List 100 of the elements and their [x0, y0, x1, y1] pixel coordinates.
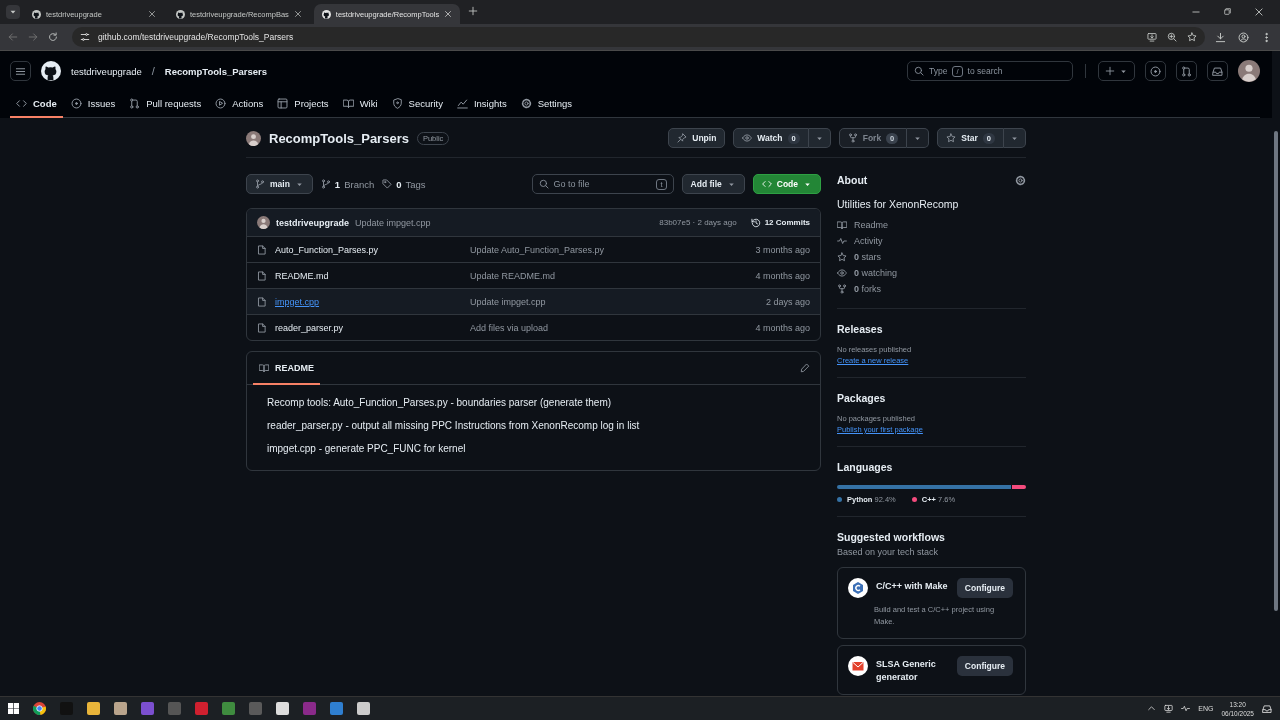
close-icon[interactable] — [148, 10, 156, 18]
pencil-icon[interactable] — [800, 363, 810, 373]
commit-time: 3 months ago — [755, 244, 810, 255]
about-link[interactable]: Readme — [837, 220, 1026, 230]
configure-button[interactable]: Configure — [956, 656, 1013, 676]
workflow-title: C/C++ with Make — [876, 580, 949, 593]
search-icon — [538, 179, 549, 189]
inbox-icon — [1212, 65, 1223, 77]
author-avatar — [257, 216, 270, 229]
repo-tab[interactable]: Projects — [271, 91, 335, 118]
close-icon[interactable] — [1254, 7, 1264, 17]
issues-button[interactable] — [1145, 61, 1166, 81]
about-link[interactable]: 0 watching — [837, 268, 1026, 278]
branch-icon — [320, 179, 331, 189]
github-logo-icon[interactable] — [176, 9, 185, 19]
show-hidden-icons-icon[interactable] — [1147, 704, 1157, 713]
star-icon — [946, 133, 957, 143]
commit-message[interactable]: Update impget.cpp — [470, 296, 766, 307]
file-link[interactable]: README.md — [275, 270, 329, 281]
close-icon[interactable] — [293, 10, 302, 18]
app-icon[interactable] — [276, 702, 289, 715]
branches-link[interactable]: 1 Branch — [320, 178, 375, 190]
file-icon — [257, 270, 267, 281]
file-icon — [257, 322, 267, 333]
github-logo-icon[interactable] — [321, 9, 331, 19]
settings-icon — [520, 98, 532, 109]
section-title: About — [837, 174, 868, 186]
about-link[interactable]: 0 forks — [837, 284, 1026, 294]
pin-icon — [677, 133, 688, 143]
commit-time: 4 months ago — [755, 270, 810, 281]
repo-tab[interactable]: Insights — [450, 91, 513, 118]
readme-tab[interactable]: README — [253, 352, 320, 385]
commit-author[interactable]: testdriveupgrade — [276, 217, 350, 228]
path-separator: / — [151, 65, 155, 77]
section-title: Releases — [837, 323, 883, 335]
repo-tab[interactable]: Issues — [64, 91, 122, 118]
start-icon[interactable] — [8, 703, 19, 714]
repo-tab[interactable]: Actions — [209, 91, 270, 118]
github-logo-icon[interactable] — [32, 9, 41, 19]
menu-button[interactable] — [10, 61, 31, 81]
commit-message[interactable]: Update README.md — [470, 270, 756, 281]
repo-tab[interactable]: Security — [385, 91, 449, 118]
commit-hash-time[interactable]: 83b07e5 · 2 days ago — [659, 218, 737, 227]
profile-icon[interactable] — [1238, 31, 1249, 43]
repo-avatar — [246, 130, 261, 146]
settings-icon[interactable] — [1015, 174, 1026, 186]
site-info-icon — [80, 32, 90, 42]
history-icon — [750, 217, 761, 228]
repo-link[interactable]: RecompTools_Parsers — [164, 65, 268, 77]
graph-icon — [456, 98, 468, 109]
file-link[interactable]: impget.cpp — [275, 296, 320, 307]
about-link[interactable]: 0 stars — [837, 252, 1026, 262]
inbox-button[interactable] — [1207, 61, 1228, 81]
github-logo-icon[interactable] — [41, 61, 61, 81]
user-avatar — [1238, 60, 1260, 82]
commit-message[interactable]: Update Auto_Function_Parses.py — [470, 244, 756, 255]
commit-message[interactable]: Update impget.cpp — [355, 217, 431, 228]
zoom-icon[interactable] — [1167, 32, 1177, 42]
issues-icon — [1150, 65, 1161, 77]
eye-icon — [837, 268, 847, 278]
about-link[interactable]: Activity — [837, 236, 1026, 246]
pull-request-icon — [1181, 65, 1192, 77]
add-file-button[interactable]: Add file — [681, 174, 745, 194]
unpin-button[interactable]: Unpin — [668, 128, 726, 148]
commit-message[interactable]: Add files via upload — [470, 322, 756, 333]
commit-time: 4 months ago — [755, 322, 810, 333]
branch-button[interactable]: main — [246, 174, 313, 194]
download-icon[interactable] — [1215, 31, 1226, 43]
owner-link[interactable]: testdriveupgrade — [71, 65, 142, 77]
shield-icon — [391, 98, 403, 109]
book-icon — [342, 98, 354, 109]
code-button[interactable]: Code — [752, 174, 821, 194]
repo-tab[interactable]: Wiki — [336, 91, 384, 118]
repo-tab[interactable]: Pull requests — [123, 91, 208, 118]
c-language-icon — [848, 578, 868, 598]
file-link[interactable]: Auto_Function_Parses.py — [275, 244, 379, 255]
configure-button[interactable]: Configure — [956, 578, 1013, 598]
code-icon — [16, 98, 27, 109]
reload-icon[interactable] — [48, 32, 58, 42]
browser-icon[interactable] — [33, 702, 46, 715]
code-icon — [761, 179, 772, 189]
section-title: Suggested workflows — [837, 531, 945, 543]
install-app-icon[interactable] — [1147, 32, 1157, 42]
address-field[interactable]: github.com/testdriveupgrade/RecompTools_Parsers — [72, 27, 1205, 47]
pull-requests-button[interactable] — [1176, 61, 1197, 81]
close-icon[interactable] — [444, 10, 453, 18]
file-icon — [257, 244, 267, 255]
tab-search-button[interactable] — [6, 5, 20, 19]
plus-icon — [1105, 66, 1115, 76]
new-tab-icon[interactable] — [468, 6, 479, 16]
restore-icon[interactable] — [1223, 7, 1232, 16]
tags-link[interactable]: 0 Tags — [382, 178, 426, 190]
repo-tab[interactable]: Settings — [514, 91, 578, 118]
commits-link[interactable]: 12 Commits — [750, 217, 810, 228]
tray-icon[interactable] — [1164, 704, 1174, 713]
search-icon — [914, 66, 924, 76]
repo-tab[interactable]: Code — [10, 91, 63, 118]
bookmark-star-icon[interactable] — [1187, 32, 1197, 42]
readme-paragraph: impget.cpp - generate PPC_FUNC for kernel — [267, 443, 467, 454]
file-link[interactable]: reader_parser.py — [275, 322, 344, 333]
